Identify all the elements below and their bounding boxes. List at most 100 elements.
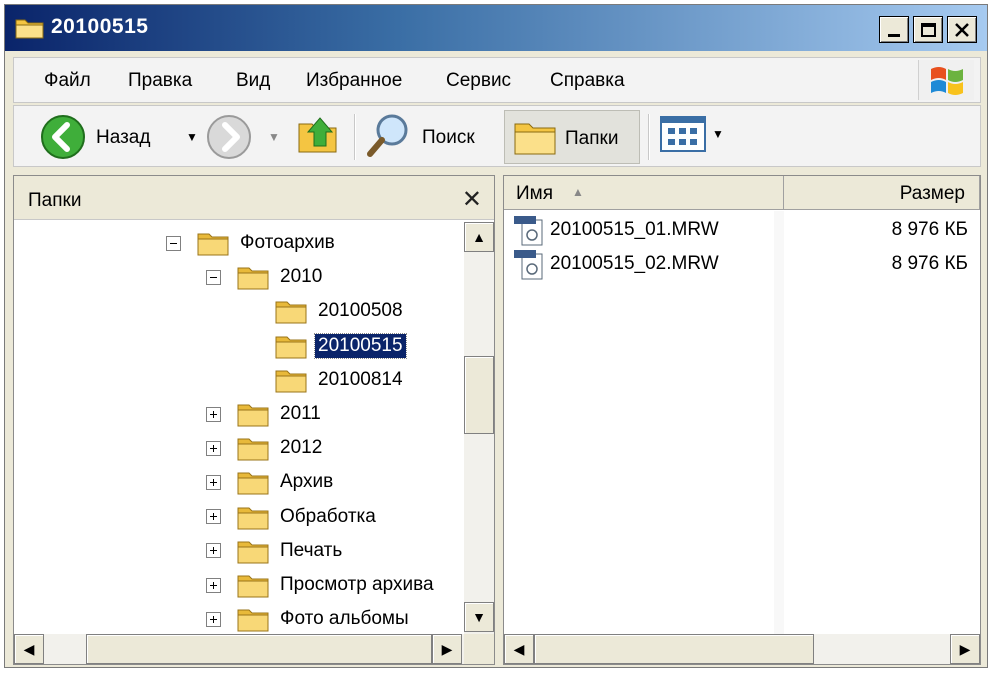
tree-item[interactable]: 2010 <box>206 262 325 292</box>
folder-icon <box>275 333 307 359</box>
tree-item-label: 20100814 <box>318 368 403 390</box>
folder-icon <box>15 19 44 39</box>
tree-item[interactable]: 2012 <box>206 433 325 463</box>
expand-icon[interactable] <box>206 440 221 456</box>
collapse-icon[interactable] <box>166 235 181 251</box>
folder-icon <box>237 435 269 461</box>
close-icon[interactable]: ✕ <box>462 185 482 214</box>
collapse-icon[interactable] <box>206 269 221 285</box>
scroll-corner <box>464 634 494 664</box>
up-folder-icon <box>298 117 337 153</box>
up-folder-button[interactable] <box>296 112 346 162</box>
tree-item[interactable]: Архив <box>206 467 336 497</box>
scroll-thumb[interactable] <box>464 356 494 434</box>
tree-item-label: Фото альбомы <box>280 608 409 630</box>
folder-icon <box>237 469 269 495</box>
minimize-button[interactable] <box>879 16 909 43</box>
windows-logo-icon <box>931 67 963 95</box>
search-icon <box>367 114 408 157</box>
tree-item[interactable]: 20100508 <box>275 296 406 326</box>
window-title: 20100515 <box>51 15 149 38</box>
toolbar-separator <box>354 114 356 160</box>
tree-item-label: 2010 <box>280 266 323 288</box>
tree-item-label: 20100508 <box>318 300 403 322</box>
tree-item[interactable]: 20100814 <box>275 365 406 395</box>
horizontal-scrollbar[interactable]: ◀ ▶ <box>14 634 464 664</box>
folder-icon <box>275 367 307 393</box>
folders-pane-header: Папки ✕ <box>14 176 494 220</box>
file-row[interactable]: 20100515_02.MRW 8 976 КБ <box>514 250 974 280</box>
tree-item[interactable]: 20100515 <box>275 331 407 361</box>
tree-item-label: 2011 <box>280 403 321 424</box>
file-size: 8 976 КБ <box>891 219 968 240</box>
menu-view[interactable]: Вид <box>236 70 270 92</box>
file-name: 20100515_01.MRW <box>550 219 719 240</box>
forward-button[interactable]: ▼ <box>206 112 286 162</box>
tree-item[interactable]: Обработка <box>206 502 379 532</box>
folder-icon <box>197 230 229 256</box>
menu-help[interactable]: Справка <box>550 70 625 92</box>
back-dropdown-icon: ▼ <box>186 130 198 144</box>
close-button[interactable] <box>947 16 977 43</box>
expand-icon[interactable] <box>206 543 221 559</box>
tree-item[interactable]: Фотоархив <box>166 228 338 258</box>
scroll-thumb[interactable] <box>534 634 814 664</box>
folders-toggle-button[interactable]: Папки <box>504 110 640 164</box>
minimize-icon <box>888 34 900 37</box>
maximize-icon <box>920 22 936 37</box>
scroll-thumb[interactable] <box>86 634 432 664</box>
expand-icon[interactable] <box>206 509 221 525</box>
vertical-scrollbar[interactable]: ▲ ▼ <box>464 222 494 634</box>
folders-icon <box>514 123 556 155</box>
expand-icon[interactable] <box>206 406 221 422</box>
column-header-name[interactable]: Имя ▲ <box>504 176 784 210</box>
sort-ascending-icon: ▲ <box>572 185 584 199</box>
menu-favorites[interactable]: Избранное <box>306 70 402 92</box>
close-icon <box>955 22 969 37</box>
back-button[interactable]: Назад ▼ <box>40 112 200 162</box>
expand-icon[interactable] <box>206 474 221 490</box>
folder-icon <box>237 401 269 427</box>
tree-item-label: Фотоархив <box>240 232 335 253</box>
folder-icon <box>237 504 269 530</box>
tree-item[interactable]: 2011 <box>206 399 324 429</box>
file-name: 20100515_02.MRW <box>550 253 719 274</box>
column-size-label: Размер <box>899 183 965 204</box>
scroll-right-button[interactable]: ▶ <box>432 634 462 664</box>
scroll-left-button[interactable]: ◀ <box>504 634 534 664</box>
file-list-pane: Имя ▲ Размер 20100515_01.MRW 8 976 КБ 20… <box>503 175 981 665</box>
scroll-right-button[interactable]: ▶ <box>950 634 980 664</box>
forward-dropdown-icon: ▼ <box>268 130 280 144</box>
tree-item[interactable]: Печать <box>206 536 345 566</box>
expand-icon[interactable] <box>206 611 221 627</box>
scroll-up-button[interactable]: ▲ <box>464 222 494 252</box>
scroll-left-button[interactable]: ◀ <box>14 634 44 664</box>
horizontal-scrollbar[interactable]: ◀ ▶ <box>504 634 980 664</box>
tree-item[interactable]: Фото альбомы <box>206 604 412 634</box>
scroll-down-button[interactable]: ▼ <box>464 602 494 632</box>
maximize-button[interactable] <box>913 16 943 43</box>
toolbar-separator <box>648 114 650 160</box>
search-button[interactable]: Поиск <box>366 112 496 162</box>
views-dropdown-icon: ▼ <box>712 127 724 141</box>
tree-item-label: Обработка <box>280 505 376 527</box>
title-bar[interactable]: 20100515 <box>5 5 987 51</box>
menu-file[interactable]: Файл <box>44 70 91 92</box>
search-label: Поиск <box>422 127 475 148</box>
menu-tools[interactable]: Сервис <box>446 70 511 92</box>
tree-item-label: Архив <box>280 471 334 493</box>
tree-item[interactable]: Просмотр архива <box>206 570 437 600</box>
tree-item-label: 20100515 <box>314 332 407 359</box>
back-arrow-icon <box>41 115 85 159</box>
folders-label: Папки <box>565 128 619 149</box>
explorer-window: 20100515 Файл Правка Вид Избранное Серви… <box>4 4 988 668</box>
folder-icon <box>237 538 269 564</box>
file-row[interactable]: 20100515_01.MRW 8 976 КБ <box>514 216 974 246</box>
expand-icon[interactable] <box>206 577 221 593</box>
views-button[interactable]: ▼ <box>660 116 732 158</box>
views-icon <box>660 116 706 152</box>
folders-pane: Папки ✕ Фотоархив 2010 20100508 20100515 201… <box>13 175 495 665</box>
forward-arrow-icon <box>207 115 251 159</box>
menu-edit[interactable]: Правка <box>128 70 192 92</box>
column-header-size[interactable]: Размер <box>784 176 980 210</box>
